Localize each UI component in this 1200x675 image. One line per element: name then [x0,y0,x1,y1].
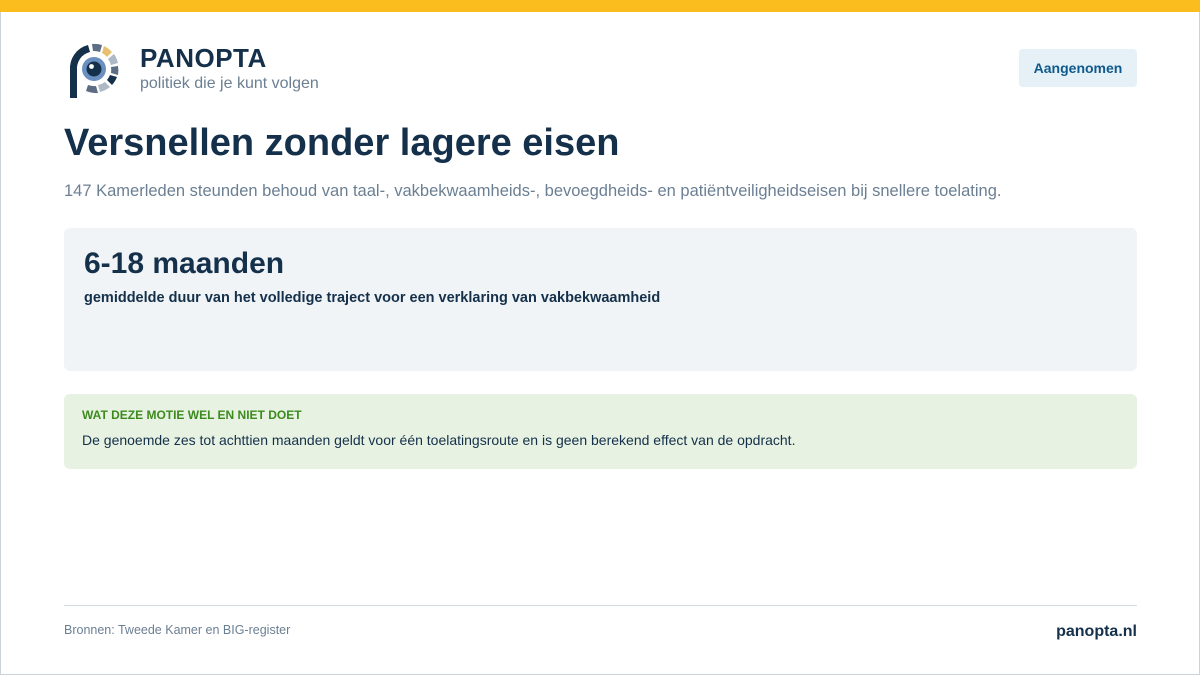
note-heading: WAT DEZE MOTIE WEL EN NIET DOET [82,408,302,422]
stat-card: 6-18 maanden gemiddelde duur van het vol… [64,228,1137,371]
lead-text: 147 Kamerleden steunden behoud van taal-… [64,182,1002,200]
stat-value: 6-18 maanden [84,247,285,280]
footer-site-link[interactable]: panopta.nl [1056,623,1137,641]
panopta-logo-icon [69,43,119,98]
brand-name: PANOPTA [140,43,267,73]
accent-bar [0,0,1200,12]
page-title: Versnellen zonder lagere eisen [64,122,620,164]
footer-divider [64,605,1137,606]
footer-sources: Bronnen: Tweede Kamer en BIG-register [64,623,291,637]
note-box: WAT DEZE MOTIE WEL EN NIET DOET De genoe… [64,394,1137,469]
status-badge: Aangenomen [1019,49,1137,87]
note-text: De genoemde zes tot achttien maanden gel… [82,432,796,448]
stat-label: gemiddelde duur van het volledige trajec… [84,290,661,306]
brand-tagline: politiek die je kunt volgen [140,75,319,92]
